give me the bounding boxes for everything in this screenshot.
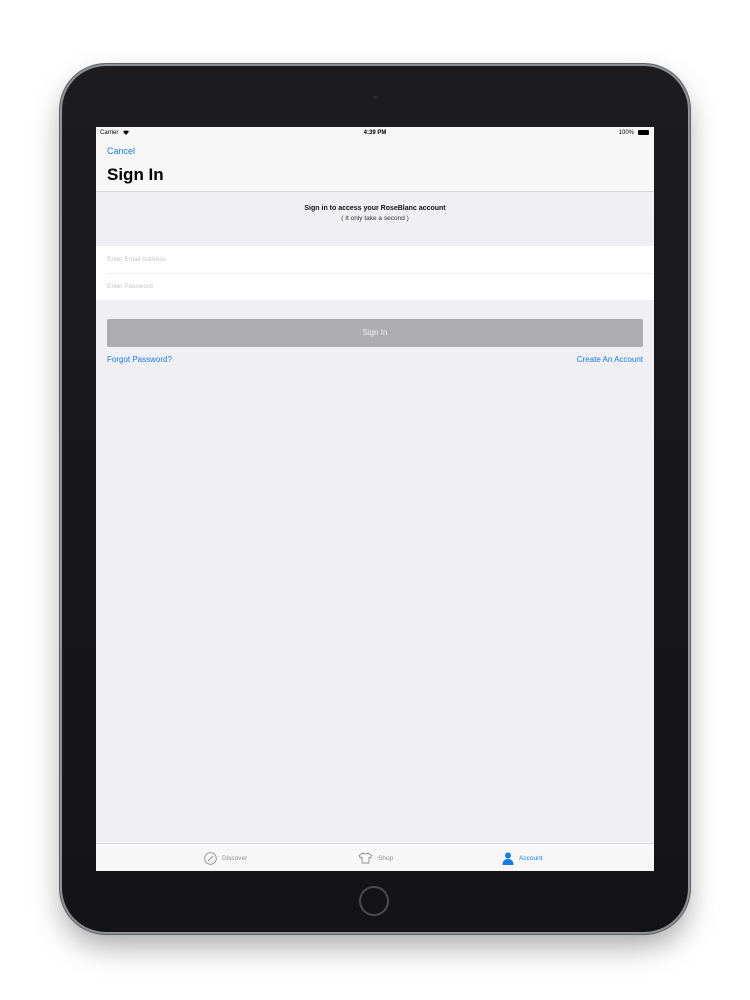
tab-discover[interactable]: Discover: [204, 851, 247, 865]
sign-in-button[interactable]: Sign In: [107, 319, 643, 347]
tab-account-label: Account: [519, 854, 543, 862]
status-time: 4:39 PM: [363, 130, 387, 136]
intro-headline: Sign in to access your RoseBlanc account: [304, 205, 446, 212]
intro-subline: ( It only take a second ): [341, 215, 409, 222]
compass-icon: [204, 851, 217, 865]
cancel-button[interactable]: Cancel: [107, 146, 135, 156]
status-bar: Carrier 4:39 PM 100%: [96, 127, 654, 139]
navigation-bar: Cancel Sign In: [96, 139, 654, 192]
battery-percent: 100%: [618, 130, 634, 136]
person-icon: [502, 852, 514, 865]
battery-icon: [638, 130, 649, 135]
forgot-password-link[interactable]: Forgot Password?: [107, 355, 172, 364]
home-button[interactable]: [359, 886, 389, 916]
create-account-link[interactable]: Create An Account: [577, 355, 643, 364]
page-title: Sign In: [107, 165, 164, 184]
tab-bar: Discover Shop Account: [96, 843, 654, 871]
tab-shop[interactable]: Shop: [358, 851, 393, 865]
shirt-icon: [358, 852, 373, 864]
email-field[interactable]: [107, 246, 643, 272]
app-screen: Carrier 4:39 PM 100% Cancel Sign In Sign…: [96, 127, 654, 871]
tab-account[interactable]: Account: [502, 851, 543, 865]
tab-discover-label: Discover: [222, 854, 248, 862]
tab-shop-label: Shop: [378, 854, 394, 862]
password-field[interactable]: [107, 273, 643, 299]
sign-in-form: [96, 246, 654, 300]
front-camera: [372, 94, 379, 101]
intro-message: Sign in to access your RoseBlanc account…: [96, 205, 654, 222]
